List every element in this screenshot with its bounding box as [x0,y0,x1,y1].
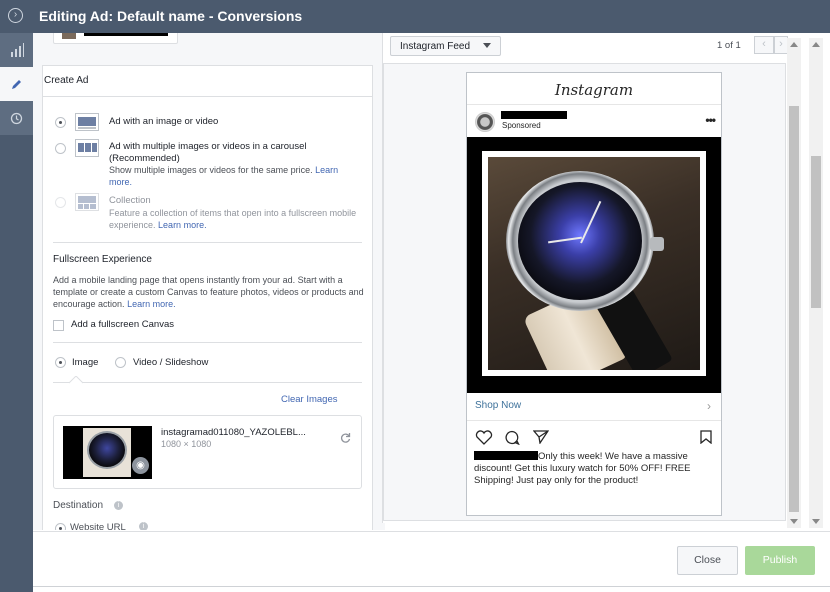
post-caption: Only this week! We have a massive discou… [474,451,691,486]
collection-icon [75,193,99,211]
comment-icon [505,430,520,445]
image-file-name: instagramad011080_YAZOLEBL... [161,427,306,438]
more-options-icon: ••• [705,113,716,127]
format-carousel-recommended: (Recommended) [109,153,180,164]
fullscreen-canvas-label[interactable]: Add a fullscreen Canvas [71,319,174,330]
instagram-header: Instagram [467,73,721,105]
image-tab-radio[interactable] [55,357,66,368]
format-carousel-label[interactable]: Ad with multiple images or videos in a c… [109,141,306,152]
page-avatar [62,33,76,39]
collapse-arrow-icon[interactable]: › [8,8,23,23]
modal-footer: Close Publish [33,531,830,592]
scrollbar-thumb[interactable] [811,156,821,308]
video-tab-radio[interactable] [115,357,126,368]
refresh-icon[interactable] [340,432,351,443]
preview-scrollbar[interactable] [787,38,801,528]
info-icon[interactable]: i [114,501,123,510]
clock-icon [10,112,23,124]
selected-image-card: ◉ instagramad011080_YAZOLEBL... 1080 × 1… [53,415,362,489]
learn-more-link[interactable]: Learn more. [127,299,176,309]
fullscreen-canvas-checkbox[interactable] [53,320,64,331]
website-url-label[interactable]: Website URL [70,522,126,530]
ad-preview-panel: Instagram Feed 1 of 1 ‹ › Instagram Spon… [382,33,788,523]
chevron-down-icon [483,43,491,48]
divider [43,96,372,97]
selected-image-thumbnail[interactable]: ◉ [63,426,152,479]
image-tab-label[interactable]: Image [72,357,98,368]
learn-more-link[interactable]: Learn more. [158,220,207,230]
format-single-label[interactable]: Ad with an image or video [109,116,218,127]
prev-preview-button[interactable]: ‹ [754,36,774,54]
create-ad-title: Create Ad [44,75,89,86]
scroll-up-icon[interactable] [812,42,820,47]
instagram-logo: Instagram [554,81,634,99]
instagram-badge-icon: ◉ [132,457,149,474]
scroll-down-icon[interactable] [790,519,798,524]
title-bar: › Editing Ad: Default name - Conversions [0,0,830,33]
format-collection-label[interactable]: Collection [109,195,151,206]
info-icon[interactable]: i [139,522,148,530]
rail-edit-button[interactable] [0,67,33,101]
placement-dropdown[interactable]: Instagram Feed [390,36,501,56]
clear-images-link[interactable]: Clear Images [281,394,338,405]
pencil-icon [11,80,21,89]
divider [53,242,362,243]
bar-chart-icon [10,43,24,57]
fullscreen-desc: Add a mobile landing page that opens ins… [53,275,364,309]
preview-pager: 1 of 1 [717,40,741,51]
window-title: Editing Ad: Default name - Conversions [39,8,303,24]
format-carousel-radio[interactable] [55,143,66,154]
website-url-radio[interactable] [55,523,66,530]
post-actions [467,427,721,445]
heart-icon [475,430,493,445]
next-preview-button[interactable]: › [774,36,788,54]
preview-frame: Instagram Sponsored ••• Shop Now › Only … [383,63,786,521]
redacted-username [474,451,538,460]
identity-card [53,33,178,44]
rail-history-button[interactable] [0,101,33,135]
left-rail [0,33,33,592]
divider [53,382,362,383]
placement-value: Instagram Feed [400,41,471,52]
page-scrollbar[interactable] [809,38,823,528]
close-button[interactable]: Close [677,546,738,575]
image-dimensions: 1080 × 1080 [161,439,212,449]
rail-reporting-button[interactable] [0,33,33,67]
scrollbar-thumb[interactable] [789,106,799,512]
format-collection-radio[interactable] [55,197,66,208]
bookmark-icon [700,430,712,444]
instagram-post-preview: Instagram Sponsored ••• Shop Now › Only … [466,72,722,516]
scroll-up-icon[interactable] [790,42,798,47]
cta-bar: Shop Now › [467,393,721,421]
redacted-account-name [501,111,567,119]
publish-button[interactable]: Publish [745,546,815,575]
avatar [475,112,495,132]
carousel-icon [75,139,99,157]
destination-title: Destination [53,500,104,511]
share-icon [533,430,549,444]
single-image-icon [75,113,99,131]
sponsored-label: Sponsored [502,121,541,130]
shop-now-cta: Shop Now [475,400,522,411]
ad-image [467,137,721,393]
edit-ad-modal: Create Ad Ad with an image or video Ad w… [33,33,830,592]
redacted-page-name [84,33,168,36]
video-tab-label[interactable]: Video / Slideshow [133,357,208,368]
divider [53,342,362,343]
format-carousel-desc: Show multiple images or videos for the s… [109,165,339,187]
format-collection-desc: Feature a collection of items that open … [109,208,357,230]
format-single-radio[interactable] [55,117,66,128]
ad-editor-panel: Create Ad Ad with an image or video Ad w… [33,33,385,530]
divider [33,586,830,587]
chevron-right-icon: › [707,399,711,413]
tab-pointer-icon [69,376,83,384]
fullscreen-title: Fullscreen Experience [53,254,152,265]
scroll-down-icon[interactable] [812,519,820,524]
